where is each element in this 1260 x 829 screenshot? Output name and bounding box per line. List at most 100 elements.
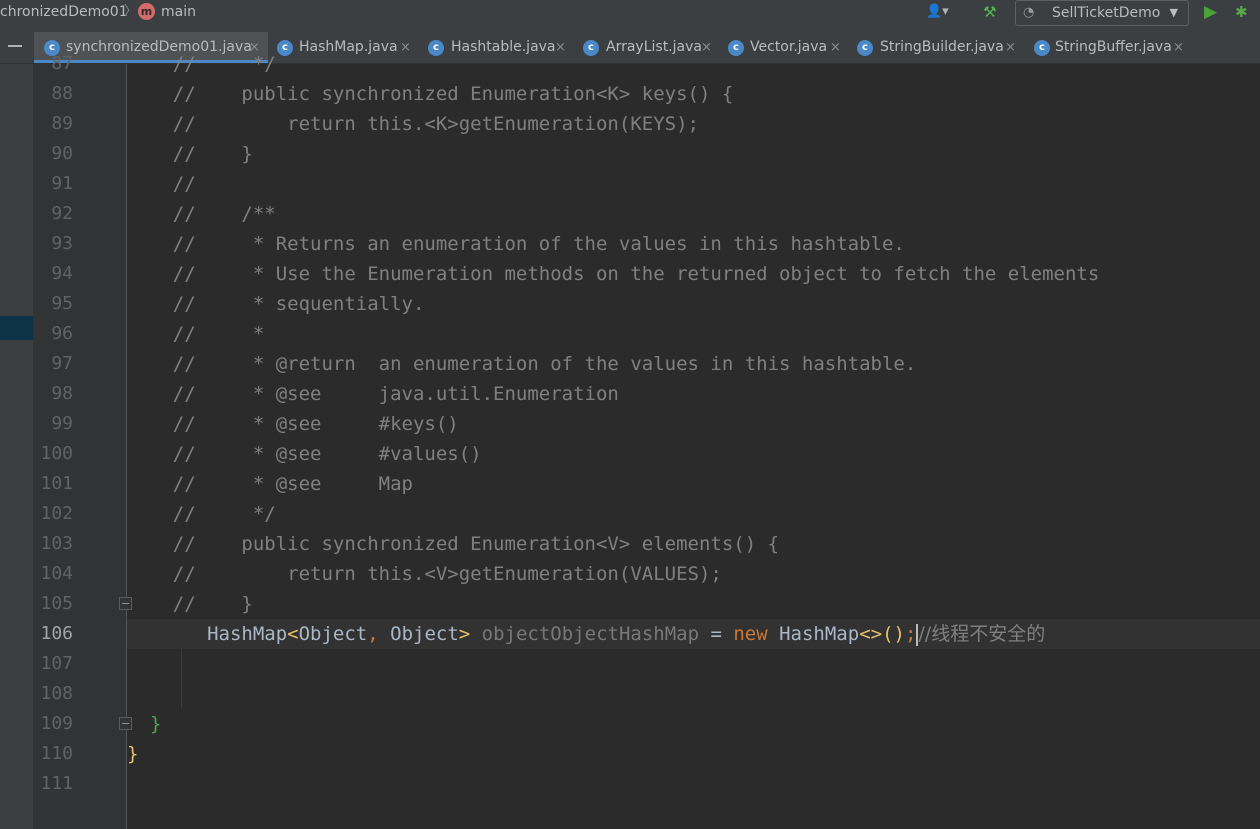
run-configuration-select[interactable]: ◔ SellTicketDemo ▼: [1015, 0, 1189, 26]
tab-vector[interactable]: c Vector.java ×: [719, 32, 849, 63]
java-class-icon: c: [728, 40, 744, 56]
code-line-109: }: [127, 709, 161, 739]
comma-token: ,: [367, 623, 391, 645]
breadcrumb-separator-icon: 〉: [124, 4, 138, 19]
run-button[interactable]: ▶: [1204, 3, 1222, 21]
code-line-89: // return this.<K>getEnumeration(KEYS);: [127, 113, 699, 135]
code-line-105: // }: [127, 593, 253, 615]
breadcrumb-method[interactable]: main: [161, 0, 196, 24]
tab-label: StringBuilder.java: [880, 39, 1004, 55]
code-line-95: // * sequentially.: [127, 293, 425, 315]
code-line-87: // */: [127, 53, 276, 75]
code-line-94: // * Use the Enumeration methods on the …: [127, 263, 1100, 285]
run-configuration-label: SellTicketDemo: [1052, 5, 1161, 21]
code-line-110: }: [127, 739, 138, 769]
java-class-icon: c: [1034, 40, 1050, 56]
line-number[interactable]: 98: [33, 379, 73, 409]
project-tool-strip[interactable]: [0, 64, 33, 829]
project-selection-marker: [0, 316, 33, 340]
line-number[interactable]: 105: [33, 589, 73, 619]
line-number[interactable]: 93: [33, 229, 73, 259]
closing-brace: }: [127, 743, 139, 765]
type-token: HashMap: [767, 623, 860, 645]
line-number[interactable]: 87: [33, 49, 73, 79]
java-class-icon: c: [857, 40, 873, 56]
java-class-icon: c: [428, 40, 444, 56]
code-line-100: // * @see #values(): [127, 443, 482, 465]
line-number[interactable]: 109: [33, 709, 73, 739]
line-number[interactable]: 91: [33, 169, 73, 199]
line-number[interactable]: 106: [33, 619, 73, 649]
run-config-icon: ◔: [1023, 5, 1035, 20]
build-hammer-icon[interactable]: ⚒: [983, 3, 1001, 21]
code-line-92: // /**: [127, 203, 276, 225]
line-number[interactable]: 108: [33, 679, 73, 709]
tab-hashtable[interactable]: c Hashtable.java ×: [418, 32, 573, 63]
line-number[interactable]: 100: [33, 439, 73, 469]
code-line-106: HashMap<Object, Object> objectObjectHash…: [127, 619, 1045, 649]
close-icon[interactable]: ×: [555, 32, 566, 63]
type-arg-token: Object: [298, 623, 368, 645]
user-account-icon[interactable]: 👤▾: [926, 4, 960, 22]
line-number[interactable]: 94: [33, 259, 73, 289]
generic-open-token: <: [287, 623, 299, 645]
tab-label: StringBuffer.java: [1055, 39, 1172, 55]
method-icon: m: [138, 3, 155, 20]
tab-hashmap[interactable]: c HashMap.java ×: [268, 32, 418, 63]
code-line-90: // }: [127, 143, 253, 165]
code-line-93: // * Returns an enumeration of the value…: [127, 233, 905, 255]
line-number[interactable]: 95: [33, 289, 73, 319]
line-number[interactable]: 104: [33, 559, 73, 589]
unused-variable-token: objectObjectHashMap: [470, 623, 711, 645]
line-number[interactable]: 90: [33, 139, 73, 169]
type-token: HashMap: [207, 623, 288, 645]
tab-label: ArrayList.java: [606, 39, 702, 55]
line-number[interactable]: 99: [33, 409, 73, 439]
line-number[interactable]: 107: [33, 649, 73, 679]
line-number[interactable]: 102: [33, 499, 73, 529]
debug-bug-icon[interactable]: ✱: [1235, 3, 1253, 21]
code-line-103: // public synchronized Enumeration<V> el…: [127, 533, 780, 555]
tab-label: Vector.java: [750, 39, 828, 55]
chevron-down-icon: ▼: [1169, 6, 1178, 19]
line-number[interactable]: 92: [33, 199, 73, 229]
generic-close-token: >: [458, 623, 471, 645]
line-comment: //线程不安全的: [918, 623, 1046, 645]
line-number[interactable]: 101: [33, 469, 73, 499]
java-class-icon: c: [277, 40, 293, 56]
tab-label: Hashtable.java: [451, 39, 556, 55]
keyword-new: new: [733, 623, 768, 645]
code-line-88: // public synchronized Enumeration<K> ke…: [127, 83, 734, 105]
semicolon-token: ;: [904, 623, 917, 645]
code-line-99: // * @see #keys(): [127, 413, 459, 435]
code-line-101: // * @see Map: [127, 473, 413, 495]
line-number[interactable]: 111: [33, 769, 73, 799]
line-number[interactable]: 110: [33, 739, 73, 769]
navigation-bar: chronizedDemo01 〉 m main 👤▾ ⚒ ◔ SellTick…: [0, 0, 1260, 32]
line-number[interactable]: 89: [33, 109, 73, 139]
line-number[interactable]: 96: [33, 319, 73, 349]
type-arg-token: Object: [390, 623, 459, 645]
tab-stringbuffer[interactable]: c StringBuffer.java ×: [1025, 32, 1193, 63]
close-icon[interactable]: ×: [1173, 32, 1184, 63]
tab-stringbuilder[interactable]: c StringBuilder.java ×: [849, 32, 1025, 63]
closing-brace: }: [149, 713, 162, 735]
code-editor[interactable]: HashMap<Object, Object> objectObjectHash…: [127, 53, 1260, 829]
close-icon[interactable]: ×: [701, 32, 712, 63]
code-line-102: // */: [127, 503, 276, 525]
close-icon[interactable]: ×: [400, 32, 411, 63]
tab-label: HashMap.java: [299, 39, 398, 55]
close-icon[interactable]: ×: [1005, 32, 1016, 63]
collapse-panel-icon[interactable]: [8, 45, 22, 47]
close-icon[interactable]: ×: [830, 32, 841, 63]
line-number[interactable]: 103: [33, 529, 73, 559]
breadcrumb-project[interactable]: chronizedDemo01: [0, 0, 128, 24]
java-class-icon: c: [583, 40, 599, 56]
assign-token: =: [710, 623, 734, 645]
line-number[interactable]: 88: [33, 79, 73, 109]
tab-arraylist[interactable]: c ArrayList.java ×: [573, 32, 719, 63]
code-line-98: // * @see java.util.Enumeration: [127, 383, 619, 405]
code-line-91: //: [127, 173, 196, 195]
code-line-97: // * @return an enumeration of the value…: [127, 353, 917, 375]
line-number[interactable]: 97: [33, 349, 73, 379]
